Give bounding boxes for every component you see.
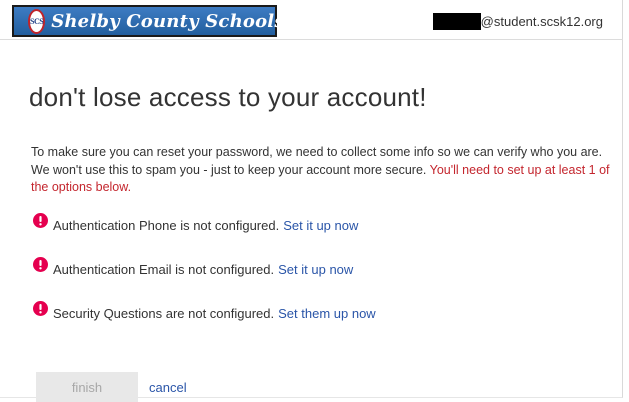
alert-icon — [33, 213, 48, 228]
org-name: Shelby County Schools — [51, 10, 285, 32]
intro-paragraph: To make sure you can reset your password… — [31, 144, 619, 197]
status-item-email: Authentication Email is not configured. … — [33, 257, 353, 277]
seal-initials: SCS — [30, 16, 44, 26]
status-item-security-questions: Security Questions are not configured. S… — [33, 301, 376, 321]
user-account[interactable]: @student.scsk12.org — [432, 13, 603, 30]
seal-icon: SCS — [28, 8, 46, 34]
page-frame — [0, 0, 623, 398]
alert-icon — [33, 301, 48, 316]
set-up-security-questions-link[interactable]: Set them up now — [278, 306, 376, 321]
user-email-suffix: @student.scsk12.org — [480, 14, 603, 29]
set-up-phone-link[interactable]: Set it up now — [283, 218, 358, 233]
status-text: Security Questions are not configured. — [53, 306, 275, 321]
set-up-email-link[interactable]: Set it up now — [278, 262, 353, 277]
header-bar: SCS Shelby County Schools @student.scsk1… — [0, 0, 623, 40]
status-item-phone: Authentication Phone is not configured. … — [33, 213, 358, 233]
redacted-username — [432, 13, 481, 30]
cancel-link[interactable]: cancel — [149, 380, 187, 395]
status-text: Authentication Email is not configured. — [53, 262, 275, 277]
alert-icon — [33, 257, 48, 272]
status-text: Authentication Phone is not configured. — [53, 218, 280, 233]
org-logo: SCS Shelby County Schools — [12, 5, 284, 37]
page-title: don't lose access to your account! — [29, 82, 427, 112]
finish-button[interactable]: finish — [36, 372, 138, 402]
